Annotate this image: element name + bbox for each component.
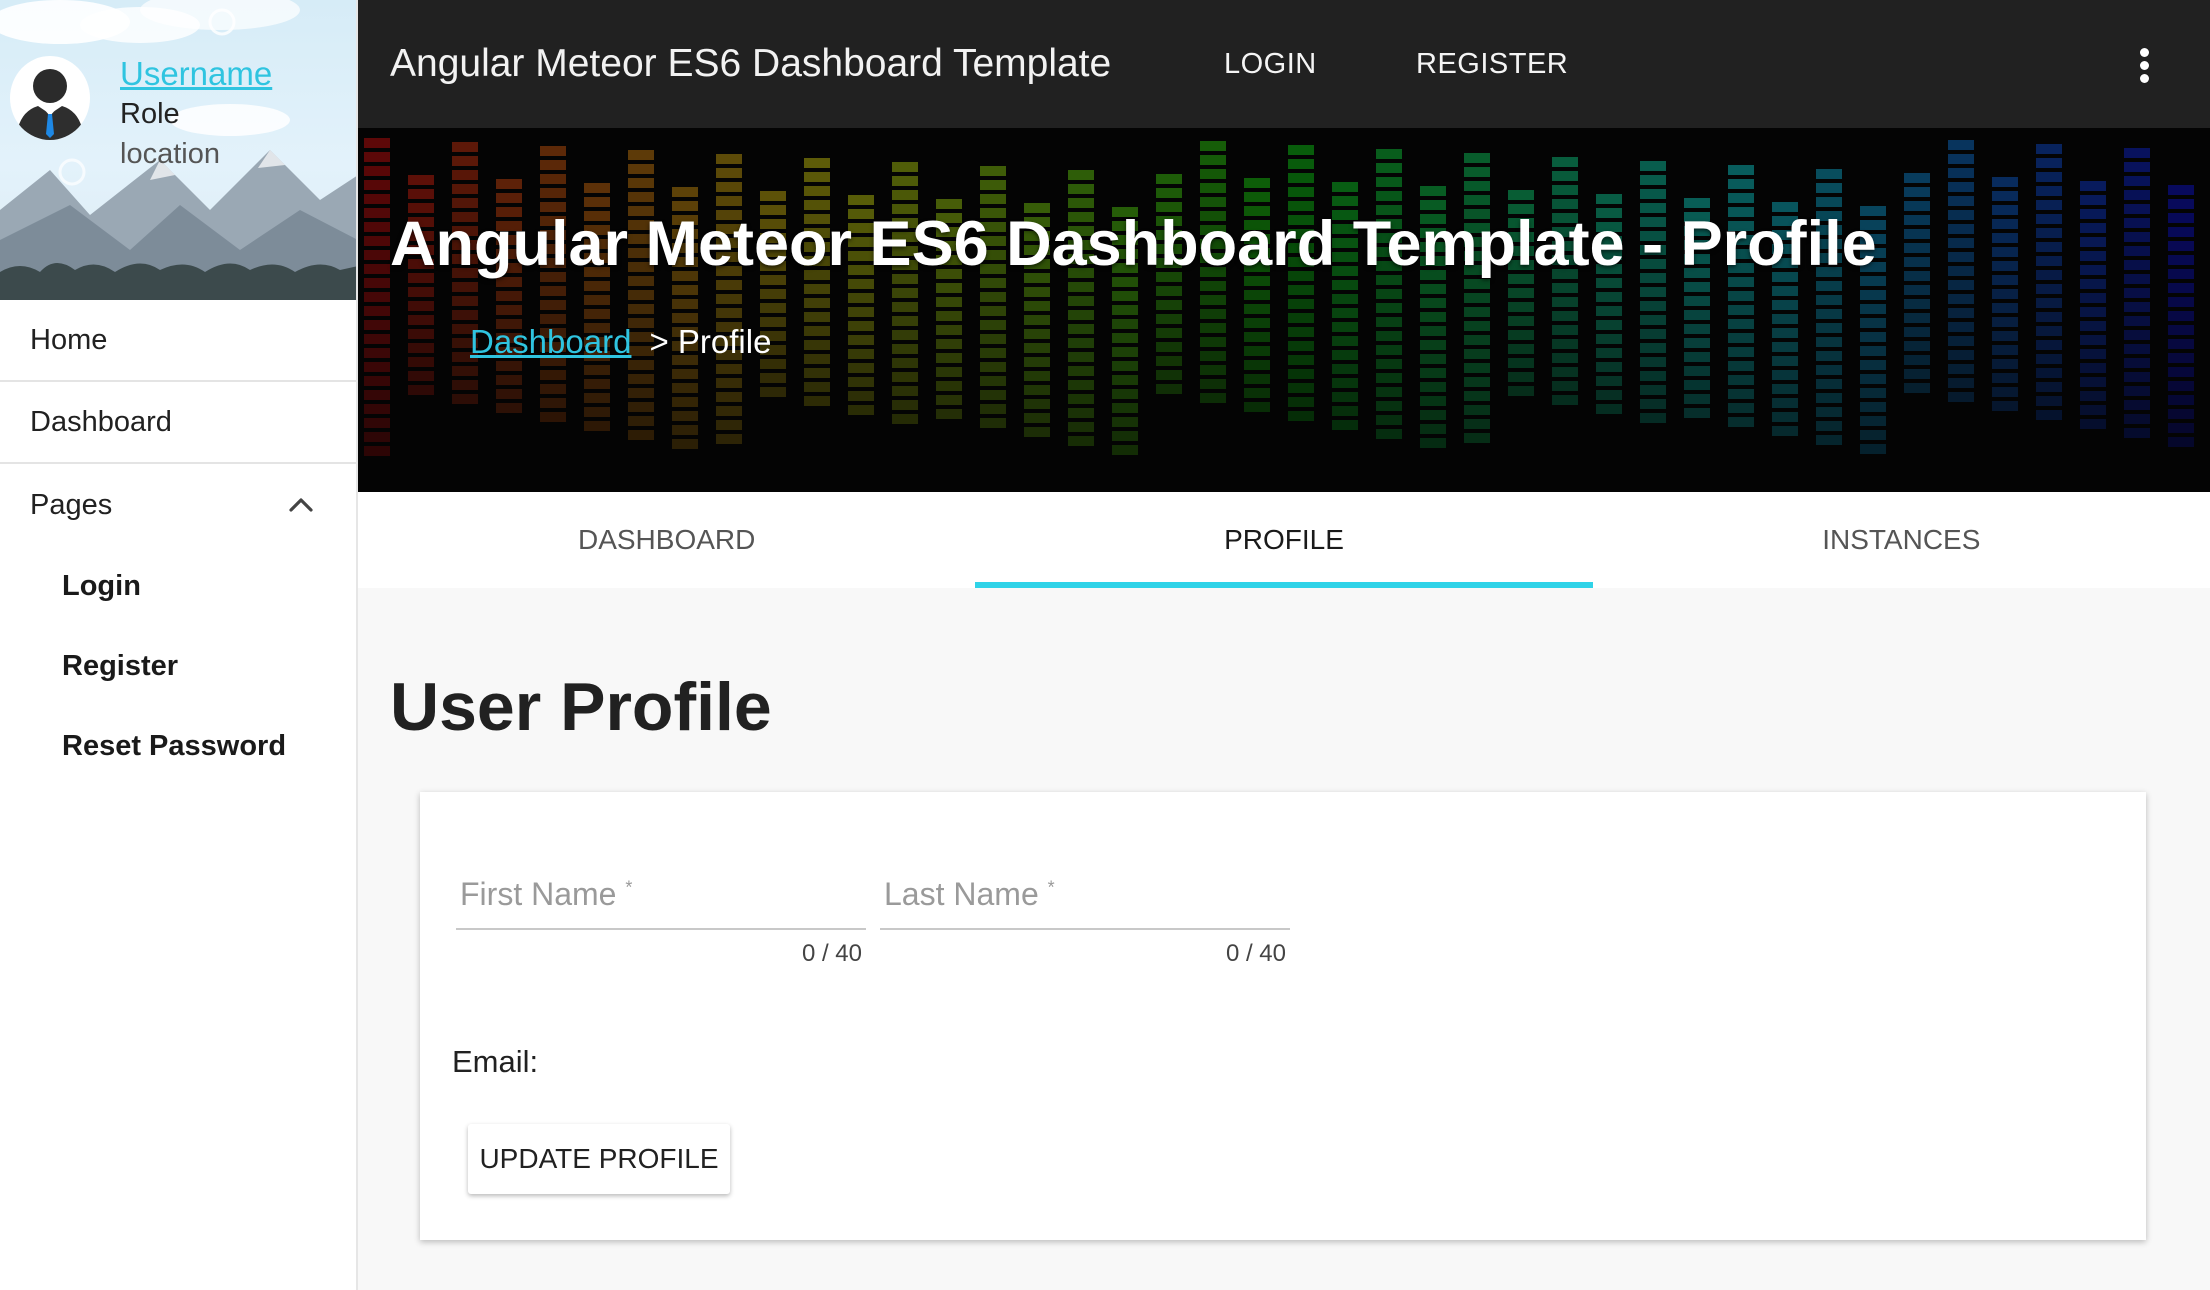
required-mark: * xyxy=(625,877,633,898)
required-mark: * xyxy=(1047,877,1055,898)
tab-bar: DASHBOARD PROFILE INSTANCES xyxy=(358,492,2210,588)
app-title: Angular Meteor ES6 Dashboard Template xyxy=(390,42,1112,85)
avatar xyxy=(10,56,90,140)
last-name-placeholder: Last Name xyxy=(884,876,1039,912)
user-role: Role xyxy=(120,98,180,130)
username-link[interactable]: Username xyxy=(120,55,272,93)
input-underline xyxy=(880,928,1290,930)
chevron-up-icon[interactable] xyxy=(288,492,314,518)
login-button[interactable]: LOGIN xyxy=(1224,48,1317,81)
more-vert-icon[interactable] xyxy=(2138,48,2150,84)
sidebar-item-label: Pages xyxy=(30,488,113,521)
last-name-field[interactable]: Last Name * 0 / 40 xyxy=(880,876,1290,968)
tab-instances[interactable]: INSTANCES xyxy=(1593,492,2210,588)
equalizer-background xyxy=(358,128,2210,492)
email-label: Email: xyxy=(452,1044,539,1079)
breadcrumb-dashboard-link[interactable]: Dashboard xyxy=(470,323,631,361)
update-profile-button[interactable]: UPDATE PROFILE xyxy=(468,1124,730,1194)
register-button[interactable]: REGISTER xyxy=(1416,48,1568,81)
sidebar-item-dashboard[interactable]: Dashboard xyxy=(0,382,356,464)
sidebar: Username Role location Home Dashboard Pa… xyxy=(0,0,358,1290)
sidebar-subitem-reset-password[interactable]: Reset Password xyxy=(0,706,356,786)
sidebar-item-pages[interactable]: Pages xyxy=(0,464,356,546)
last-name-input[interactable]: Last Name * xyxy=(880,876,1290,928)
tab-dashboard[interactable]: DASHBOARD xyxy=(358,492,975,588)
breadcrumb: Dashboard > Profile xyxy=(470,323,771,361)
section-heading: User Profile xyxy=(390,669,772,745)
sidebar-item-label: Home xyxy=(30,323,108,356)
breadcrumb-current: > Profile xyxy=(649,323,772,360)
top-toolbar: Angular Meteor ES6 Dashboard Template LO… xyxy=(358,0,2210,128)
char-counter: 0 / 40 xyxy=(1225,940,1286,967)
user-location: location xyxy=(120,138,220,170)
input-underline xyxy=(456,928,866,930)
first-name-field[interactable]: First Name * 0 / 40 xyxy=(456,876,866,968)
char-counter: 0 / 40 xyxy=(801,940,862,967)
profile-header: Username Role location xyxy=(0,0,356,300)
page-title: Angular Meteor ES6 Dashboard Template - … xyxy=(390,209,1877,279)
sidebar-subitem-label: Register xyxy=(62,649,179,682)
sidebar-item-label: Dashboard xyxy=(30,405,172,438)
hero-banner: Angular Meteor ES6 Dashboard Template - … xyxy=(358,128,2210,492)
tab-profile[interactable]: PROFILE xyxy=(975,492,1593,588)
user-avatar-icon xyxy=(16,69,84,140)
sidebar-subitem-label: Reset Password xyxy=(62,729,287,762)
profile-form-card: First Name * 0 / 40 Last Name * 0 / 40 E… xyxy=(420,792,2146,1240)
sidebar-subitem-login[interactable]: Login xyxy=(0,546,356,626)
sidebar-item-home[interactable]: Home xyxy=(0,300,356,382)
sidebar-subitem-label: Login xyxy=(62,569,141,602)
first-name-placeholder: First Name xyxy=(460,876,617,912)
first-name-input[interactable]: First Name * xyxy=(456,876,866,928)
sidebar-subitem-register[interactable]: Register xyxy=(0,626,356,706)
